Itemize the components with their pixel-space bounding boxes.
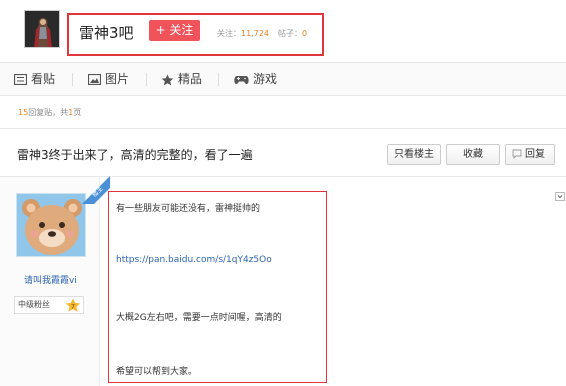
level-number: 7 xyxy=(71,303,75,311)
follow-button[interactable]: + 关注 xyxy=(149,20,200,41)
post-link[interactable]: https://pan.baidu.com/s/1qY4z5Oo xyxy=(116,255,272,265)
reply-info: 15回复贴，共1页 xyxy=(18,107,81,118)
followers-count: 11,724 xyxy=(241,29,269,38)
post-line: 大概2G左右吧，需要一点时间喔，高清的 xyxy=(116,313,282,323)
forum-name[interactable]: 雷神3吧 xyxy=(79,22,134,43)
list-icon xyxy=(14,74,27,85)
nav-separator xyxy=(146,73,147,86)
post-menu-button[interactable] xyxy=(555,192,565,201)
posts-count: 0 xyxy=(302,29,308,38)
forum-stats: 关注：11,724 帖子：0 xyxy=(217,28,307,39)
post-content-highlight: 有一些朋友可能还没有，雷神挺帅的 https://pan.baidu.com/s… xyxy=(108,191,327,383)
nav-tab-label: 游戏 xyxy=(253,72,278,86)
followers-label: 关注： xyxy=(217,29,241,38)
nav-separator xyxy=(218,73,219,86)
forum-avatar[interactable] xyxy=(24,10,60,48)
thor-figure-icon xyxy=(33,15,53,47)
reply-button[interactable]: 回复 xyxy=(505,144,555,165)
image-icon xyxy=(88,74,101,85)
divider xyxy=(0,128,566,129)
nav-tab-label: 图片 xyxy=(105,72,130,86)
nav-tab-posts[interactable]: 看贴 xyxy=(14,63,55,95)
chevron-down-icon xyxy=(557,195,563,199)
reply-icon xyxy=(512,149,522,159)
nav-separator xyxy=(72,73,73,86)
author-badge: 楼主 xyxy=(74,168,110,204)
nav-tab-label: 看贴 xyxy=(31,72,56,86)
author-username[interactable]: 请叫我霞霞vi xyxy=(24,273,77,286)
nav-tab-featured[interactable]: 精品 xyxy=(161,63,202,95)
post-line: 有一些朋友可能还没有，雷神挺帅的 xyxy=(116,204,261,214)
posts-label: 帖子： xyxy=(278,29,302,38)
only-author-button[interactable]: 只看楼主 xyxy=(387,144,441,165)
forum-header: 雷神3吧 + 关注 关注：11,724 帖子：0 xyxy=(0,0,566,62)
reply-label: 回复贴，共 xyxy=(28,108,69,117)
page-label: 页 xyxy=(73,108,82,117)
thread-title: 雷神3终于出来了，高清的完整的，看了一遍 xyxy=(17,148,253,162)
star-icon xyxy=(161,74,174,85)
nav-tab-games[interactable]: 游戏 xyxy=(234,63,277,95)
author-level[interactable]: 中级粉丝 7 xyxy=(14,296,84,314)
forum-nav-bar: 看贴 图片 精品 游戏 xyxy=(0,62,566,96)
post-line: 希望可以帮到大家。 xyxy=(116,367,198,377)
reply-button-label: 回复 xyxy=(525,149,545,160)
nav-tab-label: 精品 xyxy=(178,72,203,86)
forum-info-highlight: 雷神3吧 + 关注 关注：11,724 帖子：0 xyxy=(67,13,324,56)
favorite-button[interactable]: 收藏 xyxy=(446,144,500,165)
author-ribbon: 楼主 xyxy=(82,176,110,204)
gamepad-icon xyxy=(234,75,249,84)
nav-tab-images[interactable]: 图片 xyxy=(88,63,129,95)
reply-count: 15 xyxy=(18,108,29,117)
level-name: 中级粉丝 xyxy=(18,300,50,309)
level-badge-icon: 7 xyxy=(65,298,81,312)
